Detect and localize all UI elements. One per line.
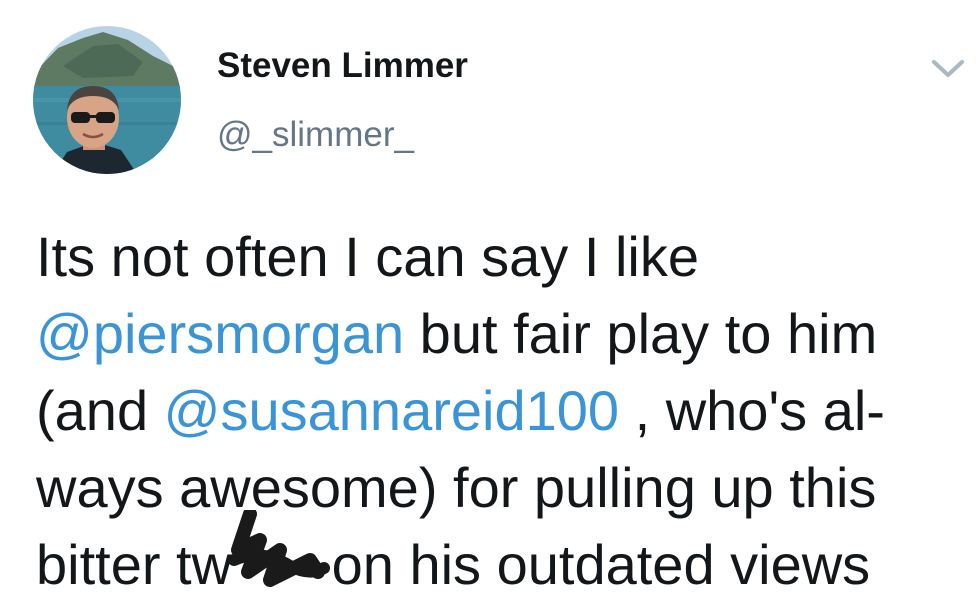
tweet-text-segment: bitter tw bbox=[36, 533, 233, 596]
tweet-line-5: bitter tw on his outdated views bbox=[36, 510, 966, 603]
chevron-down-icon[interactable] bbox=[928, 54, 968, 82]
tweet-text-segment: , who's al- bbox=[619, 379, 885, 442]
avatar-photo bbox=[33, 26, 181, 174]
tweet-text-segment: (and bbox=[36, 379, 164, 442]
author-handle[interactable]: @_slimmer_ bbox=[217, 115, 414, 155]
author-display-name[interactable]: Steven Limmer bbox=[217, 46, 468, 86]
tweet-line-3: (and @susannareid100 , who's al- bbox=[36, 372, 966, 449]
redaction-scribble bbox=[228, 510, 331, 603]
tweet-line-4: ways awesome) for pulling up this bbox=[36, 456, 877, 519]
mention-link-susannareid100[interactable]: @susannareid100 bbox=[164, 379, 619, 442]
mention-link-piersmorgan[interactable]: @piersmorgan bbox=[36, 302, 404, 365]
tweet-line-2: @piersmorgan but fair play to him bbox=[36, 295, 966, 372]
tweet-line-1: Its not often I can say I like bbox=[36, 225, 700, 288]
tweet-text: Its not often I can say I like @piersmor… bbox=[36, 218, 966, 603]
tweet-text-segment: on his outdated views bbox=[316, 533, 871, 596]
tweet-text-segment: but fair play to him bbox=[404, 302, 878, 365]
avatar[interactable] bbox=[33, 26, 181, 174]
